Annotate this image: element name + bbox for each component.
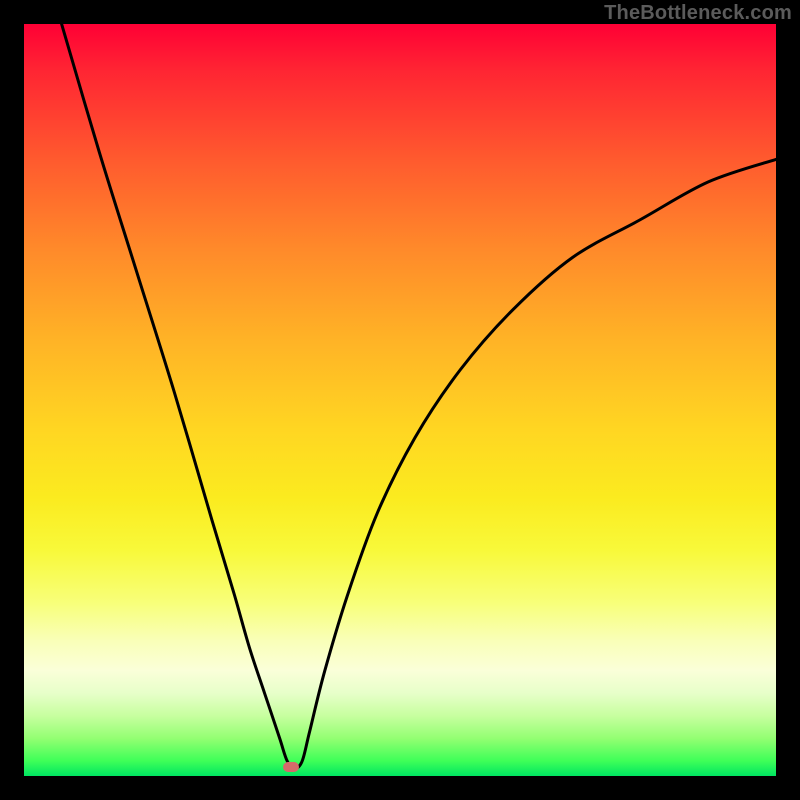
watermark-text: TheBottleneck.com bbox=[604, 2, 792, 25]
chart-plot-area bbox=[24, 24, 776, 776]
bottleneck-curve bbox=[24, 24, 776, 776]
optimal-point-marker bbox=[283, 762, 299, 772]
